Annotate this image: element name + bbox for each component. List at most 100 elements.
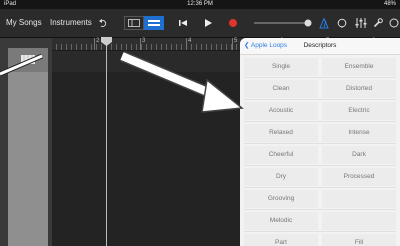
master-volume-slider[interactable] bbox=[254, 15, 314, 31]
descriptor-row: Relaxed Intense bbox=[244, 124, 396, 144]
ruler-tick bbox=[81, 44, 82, 50]
settings-button[interactable] bbox=[372, 15, 384, 31]
undo-icon bbox=[99, 19, 107, 27]
ruler-bar-number: 2 bbox=[96, 38, 100, 44]
row-divider bbox=[244, 187, 396, 188]
descriptor-button[interactable]: Dark bbox=[322, 146, 396, 164]
record-button[interactable] bbox=[226, 15, 240, 31]
descriptor-row: Melodic bbox=[244, 212, 396, 232]
row-divider bbox=[244, 231, 396, 232]
arrangement-view-button[interactable] bbox=[144, 16, 164, 30]
row-divider bbox=[244, 165, 396, 166]
ruler-tick bbox=[216, 44, 217, 50]
track-header-column bbox=[8, 48, 48, 246]
descriptor-button[interactable]: Grooving bbox=[244, 190, 318, 208]
wrench-icon bbox=[373, 18, 383, 28]
ruler-tick bbox=[146, 44, 147, 50]
track-header[interactable] bbox=[8, 48, 48, 72]
loop-icon bbox=[337, 18, 347, 28]
ruler-tick bbox=[201, 44, 202, 50]
metronome-button[interactable] bbox=[318, 15, 330, 31]
descriptor-button[interactable]: Melodic bbox=[244, 212, 318, 230]
ruler-bar-line bbox=[186, 38, 187, 50]
mixer-icon bbox=[355, 18, 367, 28]
playhead-line bbox=[106, 38, 107, 246]
ruler-tick bbox=[76, 44, 77, 50]
descriptor-button[interactable]: Intense bbox=[322, 124, 396, 142]
ruler-tick bbox=[96, 44, 97, 50]
ruler-tick bbox=[116, 44, 117, 50]
descriptor-button[interactable]: Dry bbox=[244, 168, 318, 186]
ruler-tick bbox=[71, 44, 72, 50]
descriptor-button[interactable]: Part bbox=[244, 234, 318, 246]
descriptor-row: Single Ensemble bbox=[244, 58, 396, 78]
row-divider bbox=[244, 99, 396, 100]
descriptor-button[interactable]: Acoustic bbox=[244, 102, 318, 120]
descriptor-button[interactable]: Cheerful bbox=[244, 146, 318, 164]
descriptor-button[interactable]: Processed bbox=[322, 168, 396, 186]
ruler-tick bbox=[66, 44, 67, 50]
record-icon bbox=[229, 19, 237, 27]
mixer-button[interactable] bbox=[354, 15, 368, 31]
ruler-tick bbox=[101, 44, 102, 50]
ruler-tick bbox=[131, 44, 132, 50]
tracks-view-button[interactable] bbox=[124, 16, 144, 30]
status-bar: iPad 12:36 PM 48% bbox=[0, 0, 400, 9]
popover-header: Descriptors ❮ Apple Loops bbox=[240, 38, 400, 55]
descriptor-button[interactable]: Ensemble bbox=[322, 58, 396, 76]
help-icon bbox=[389, 18, 399, 28]
grid-view-icon bbox=[128, 19, 140, 27]
descriptor-row: Grooving bbox=[244, 190, 396, 210]
ruler-tick bbox=[226, 44, 227, 50]
my-songs-button[interactable]: My Songs bbox=[6, 9, 42, 37]
help-button[interactable] bbox=[388, 15, 400, 31]
toolbar: My Songs Instruments bbox=[0, 9, 400, 38]
ruler-tick bbox=[161, 44, 162, 50]
descriptor-button bbox=[322, 190, 396, 208]
ruler-tick bbox=[126, 44, 127, 50]
tracks-icon bbox=[148, 20, 160, 26]
descriptor-button[interactable]: Clean bbox=[244, 80, 318, 98]
clock: 12:36 PM bbox=[187, 1, 213, 7]
play-icon bbox=[205, 19, 212, 27]
descriptor-button[interactable]: Relaxed bbox=[244, 124, 318, 142]
row-divider bbox=[244, 143, 396, 144]
instruments-button[interactable]: Instruments bbox=[50, 9, 92, 37]
ruler-bar-line bbox=[232, 38, 233, 50]
descriptor-button bbox=[322, 212, 396, 230]
instrument-icon bbox=[21, 55, 35, 64]
ruler-bar-number: 5 bbox=[234, 38, 238, 44]
descriptor-button[interactable]: Single bbox=[244, 58, 318, 76]
ruler-tick bbox=[141, 44, 142, 50]
row-divider bbox=[244, 77, 396, 78]
descriptor-row: Dry Processed bbox=[244, 168, 396, 188]
rewind-button[interactable] bbox=[176, 15, 190, 31]
descriptor-row: Acoustic Electric bbox=[244, 102, 396, 122]
descriptor-row: Cheerful Dark bbox=[244, 146, 396, 166]
undo-button[interactable] bbox=[96, 15, 110, 31]
ruler-tick bbox=[121, 44, 122, 50]
descriptor-button[interactable]: Distorted bbox=[322, 80, 396, 98]
loop-browser-popover: Descriptors ❮ Apple Loops Single Ensemble… bbox=[240, 38, 400, 246]
play-button[interactable] bbox=[201, 15, 215, 31]
ruler-tick bbox=[236, 44, 237, 50]
ruler-bar-number: 4 bbox=[188, 38, 192, 44]
descriptor-row: Part Fill bbox=[244, 234, 396, 246]
ruler-bar-line bbox=[140, 38, 141, 50]
ruler-bar-line bbox=[94, 38, 95, 50]
battery-level: 48% bbox=[383, 1, 396, 7]
chevron-left-icon: ❮ bbox=[244, 42, 250, 49]
back-button[interactable]: ❮ Apple Loops bbox=[244, 38, 287, 54]
ruler-tick bbox=[111, 44, 112, 50]
ruler-tick bbox=[151, 44, 152, 50]
metronome-icon bbox=[319, 17, 329, 28]
descriptor-button[interactable]: Fill bbox=[322, 234, 396, 246]
loop-browser-button[interactable] bbox=[336, 15, 348, 31]
row-divider bbox=[244, 209, 396, 210]
ruler-tick bbox=[191, 44, 192, 50]
rewind-icon bbox=[179, 20, 187, 26]
ruler-tick bbox=[166, 44, 167, 50]
descriptor-button[interactable]: Electric bbox=[322, 102, 396, 120]
ruler-tick bbox=[136, 44, 137, 50]
ruler-tick bbox=[86, 44, 87, 50]
